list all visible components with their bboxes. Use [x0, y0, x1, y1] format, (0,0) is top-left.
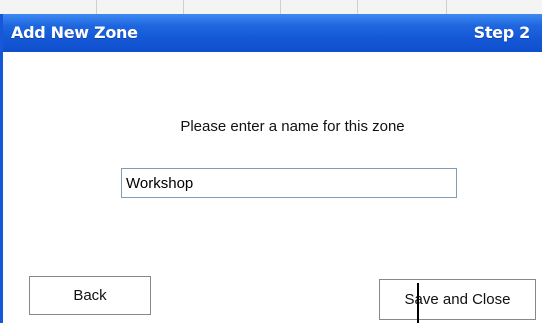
background-strip-segment	[0, 0, 97, 14]
background-strip-segment	[281, 0, 358, 14]
background-strip-segment	[184, 0, 281, 14]
dialog-titlebar: Add New Zone Step 2	[3, 14, 542, 52]
zone-name-input[interactable]	[121, 168, 457, 198]
add-new-zone-dialog: Add New Zone Step 2 Please enter a name …	[0, 14, 542, 323]
dialog-title: Add New Zone	[11, 23, 138, 42]
zone-name-prompt: Please enter a name for this zone	[180, 118, 405, 135]
background-toolbar-strip	[0, 0, 542, 15]
background-strip-segment	[358, 0, 447, 14]
step-indicator: Step 2	[473, 23, 531, 42]
background-strip-segment	[97, 0, 184, 14]
background-strip-segment	[447, 0, 542, 14]
text-cursor-icon	[417, 283, 419, 323]
screen: Add New Zone Step 2 Please enter a name …	[0, 0, 542, 323]
save-and-close-button[interactable]: Save and Close	[379, 279, 536, 320]
back-button[interactable]: Back	[29, 276, 151, 315]
